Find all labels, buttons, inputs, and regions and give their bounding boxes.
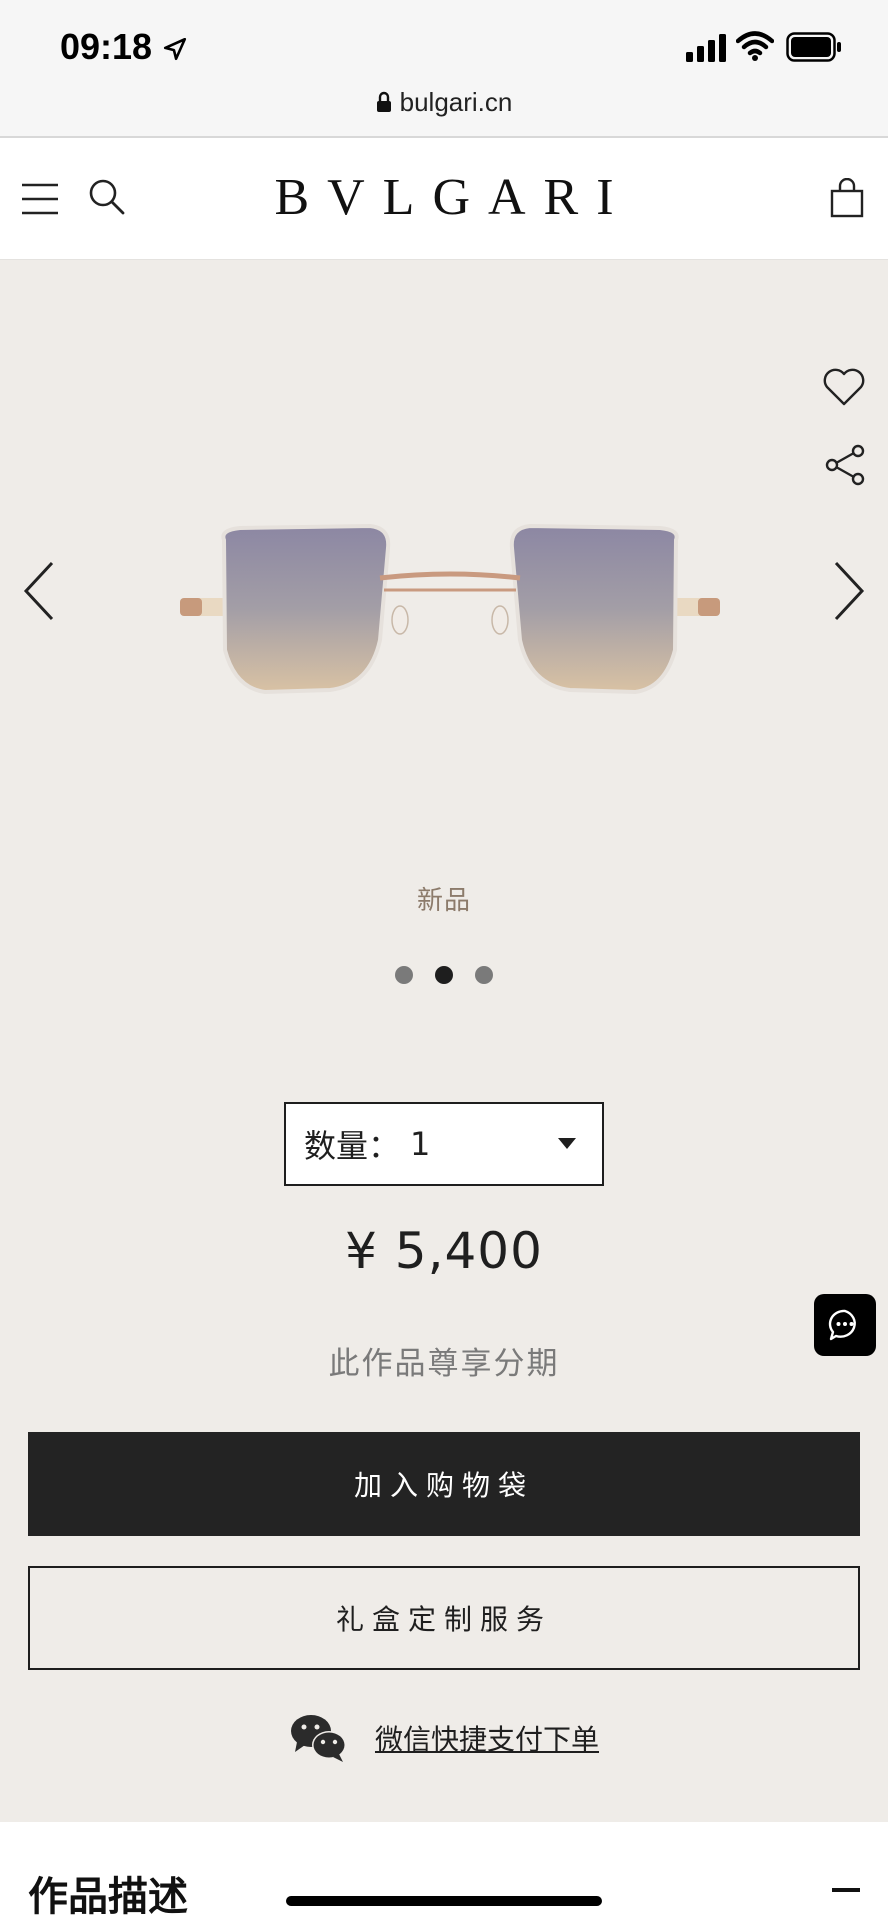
- chat-button[interactable]: [814, 1294, 876, 1356]
- quantity-value: 1: [410, 1125, 431, 1163]
- description-section[interactable]: 作品描述: [0, 1822, 888, 1922]
- carousel-dots: [0, 966, 888, 984]
- share-icon[interactable]: [824, 444, 866, 486]
- gift-box-service-button[interactable]: 礼盒定制服务: [28, 1566, 860, 1670]
- wechat-pay-link[interactable]: 微信快捷支付下单: [375, 1718, 599, 1758]
- product-gallery: 新品: [0, 260, 888, 1040]
- heart-icon[interactable]: [822, 366, 866, 408]
- carousel-dot-3[interactable]: [475, 966, 493, 984]
- status-time: 09:18: [60, 26, 153, 67]
- installment-text: 此作品尊享分期: [328, 1346, 560, 1382]
- carousel-dot-2[interactable]: [435, 966, 453, 984]
- chat-bubble-icon: [828, 1309, 856, 1341]
- wechat-icon: [290, 1715, 346, 1762]
- battery-icon: [786, 32, 841, 62]
- address-bar[interactable]: bulgari.cn: [0, 82, 888, 122]
- collapse-minus-icon[interactable]: [832, 1888, 860, 1892]
- quantity-select[interactable]: 数量： 1: [284, 1102, 604, 1186]
- location-arrow-icon: [163, 37, 187, 61]
- caret-down-icon: [558, 1138, 576, 1149]
- lock-icon: [376, 91, 391, 112]
- status-bar: 09:18 bulgari.cn: [0, 0, 888, 136]
- add-to-bag-button[interactable]: 加入购物袋: [28, 1432, 860, 1536]
- site-header: BVLGARI: [0, 138, 888, 260]
- product-price: ¥ 5,400: [345, 1222, 543, 1280]
- url-text[interactable]: bulgari.cn: [400, 87, 513, 118]
- chevron-left-icon[interactable]: [22, 560, 56, 622]
- quantity-label: 数量：: [304, 1127, 401, 1165]
- carousel-dot-1[interactable]: [395, 966, 413, 984]
- shopping-bag-icon[interactable]: [830, 178, 864, 218]
- chevron-right-icon[interactable]: [832, 560, 866, 622]
- new-badge: 新品: [416, 886, 471, 916]
- brand-logo[interactable]: BVLGARI: [0, 168, 888, 227]
- product-image-sunglasses[interactable]: [180, 520, 720, 720]
- signal-icon: [686, 34, 726, 62]
- description-title[interactable]: 作品描述: [28, 1864, 188, 1922]
- home-indicator: [286, 1896, 602, 1906]
- wechat-pay-row: 微信快捷支付下单: [0, 1710, 888, 1766]
- wifi-icon: [736, 31, 774, 61]
